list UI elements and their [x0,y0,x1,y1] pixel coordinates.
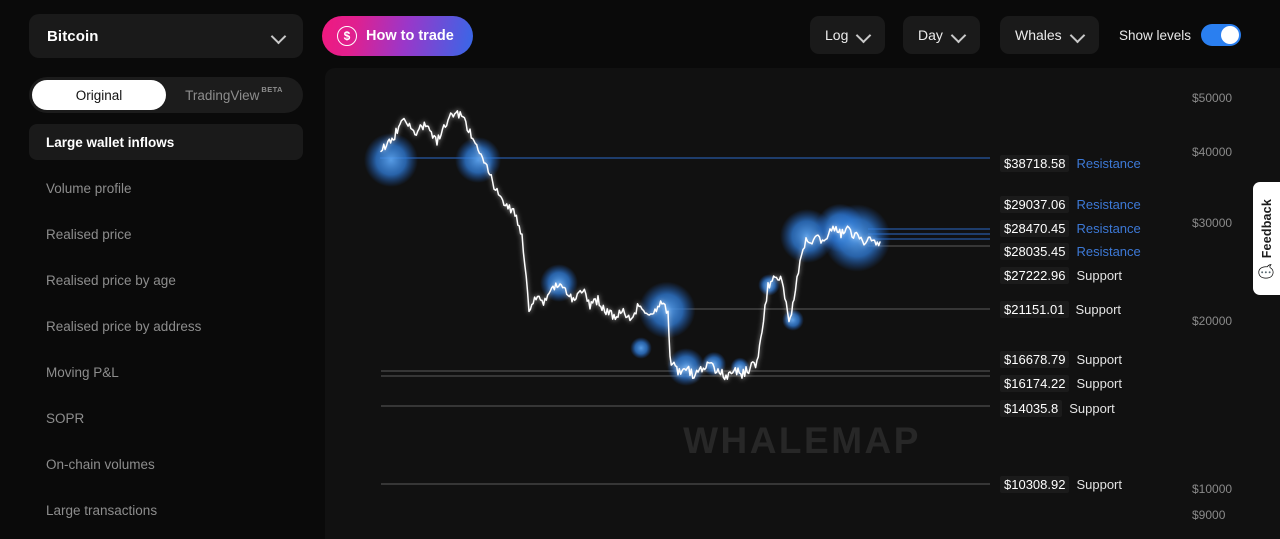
feedback-tab[interactable]: Feedback 💬 [1253,182,1280,295]
chevron-down-icon [857,29,870,42]
level-annotation[interactable]: $27222.96 Support [1000,267,1122,284]
tab-tradingview[interactable]: TradingView BETA [166,80,300,110]
level-price: $28035.45 [1000,243,1070,260]
asset-select-dropdown[interactable]: Bitcoin [29,14,303,58]
sidebar-item-realised-price-by-age[interactable]: Realised price by age [29,262,303,298]
tab-original[interactable]: Original [32,80,166,110]
view-mode-toggle[interactable]: Original TradingView BETA [29,77,303,113]
sidebar-item-label: Realised price by address [46,318,202,334]
level-kind: Support [1075,302,1122,317]
level-annotation[interactable]: $29037.06 Resistance [1000,196,1141,213]
beta-badge: BETA [261,84,283,94]
feedback-label: Feedback [1259,198,1274,259]
inflow-bubble[interactable] [630,337,652,359]
sidebar-item-label: Realised price [46,226,132,242]
scale-dropdown-label: Log [825,27,849,43]
comment-icon: 💬 [1258,264,1275,280]
level-annotation[interactable]: $14035.8 Support [1000,400,1115,417]
chevron-down-icon [952,29,965,42]
level-annotation[interactable]: $21151.01 Support [1000,301,1121,318]
y-axis-tick: $30000 [1192,216,1233,230]
how-to-trade-label: How to trade [366,28,454,44]
sidebar-item-sopr[interactable]: SOPR [29,400,303,436]
group-dropdown[interactable]: Whales [1000,16,1099,54]
y-axis-tick: $20000 [1192,314,1233,328]
show-levels-control: Show levels [1119,16,1242,54]
sidebar-item-label: SOPR [46,410,85,426]
tab-tradingview-label: TradingView [185,87,260,103]
level-kind: Resistance [1076,197,1141,212]
sidebar-item-moving-p-l[interactable]: Moving P&L [29,354,303,390]
level-price: $16678.79 [1000,351,1070,368]
sidebar-item-on-chain-volumes[interactable]: On-chain volumes [29,446,303,482]
level-kind: Resistance [1076,244,1141,259]
level-price: $21151.01 [1000,301,1069,318]
interval-dropdown[interactable]: Day [903,16,980,54]
scale-dropdown[interactable]: Log [810,16,886,54]
sidebar-item-label: Volume profile [46,180,132,196]
price-chart[interactable] [325,68,1280,539]
y-axis-tick: $50000 [1192,91,1233,105]
level-price: $27222.96 [1000,267,1070,284]
level-price: $10308.92 [1000,476,1070,493]
sidebar-item-label: Large transactions [46,502,158,518]
dollar-circle-icon: $ [337,26,357,46]
price-line [380,110,881,381]
sidebar-item-volume-profile[interactable]: Volume profile [29,170,303,206]
interval-dropdown-label: Day [918,27,943,43]
level-kind: Support [1076,268,1122,283]
sidebar-item-realised-price-by-address[interactable]: Realised price by address [29,308,303,344]
level-kind: Support [1076,477,1122,492]
how-to-trade-button[interactable]: $ How to trade [322,16,473,56]
sidebar-item-label: Realised price by age [46,272,176,288]
y-axis-tick: $40000 [1192,145,1233,159]
level-kind: Resistance [1076,221,1141,236]
level-price: $16174.22 [1000,375,1070,392]
sidebar-item-large-wallet-inflows[interactable]: Large wallet inflows [29,124,303,160]
level-kind: Resistance [1076,156,1141,171]
level-annotation[interactable]: $16174.22 Support [1000,375,1122,392]
level-price: $28470.45 [1000,220,1070,237]
level-price: $38718.58 [1000,155,1070,172]
y-axis-tick: $10000 [1192,482,1233,496]
show-levels-label: Show levels [1119,27,1192,43]
inflow-bubble[interactable] [823,204,891,272]
y-axis-tick: $9000 [1192,508,1226,522]
tab-original-label: Original [75,87,123,103]
chart-svg [364,109,990,485]
level-price: $29037.06 [1000,196,1070,213]
level-annotation[interactable]: $28035.45 Resistance [1000,243,1141,260]
level-annotation[interactable]: $16678.79 Support [1000,351,1122,368]
sidebar-item-label: On-chain volumes [46,456,155,472]
group-dropdown-label: Whales [1015,27,1062,43]
level-kind: Support [1076,352,1122,367]
sidebar: Bitcoin Original TradingView BETA Large … [0,0,325,539]
level-kind: Support [1069,401,1115,416]
sidebar-item-realised-price[interactable]: Realised price [29,216,303,252]
toggle-knob [1221,26,1240,44]
whalemap-app: Bitcoin Original TradingView BETA Large … [0,0,1280,539]
chevron-down-icon [1071,29,1084,42]
level-annotation[interactable]: $10308.92 Support [1000,476,1122,493]
sidebar-item-label: Moving P&L [46,364,119,380]
level-kind: Support [1076,376,1122,391]
chevron-down-icon [272,30,285,43]
level-price: $14035.8 [1000,400,1063,417]
show-levels-toggle[interactable] [1201,24,1242,46]
level-annotation[interactable]: $38718.58 Resistance [1000,155,1141,172]
chart-panel: WHALEMAP [325,68,1280,539]
asset-select-label: Bitcoin [47,27,99,45]
sidebar-item-large-transactions[interactable]: Large transactions [29,492,303,528]
level-annotation[interactable]: $28470.45 Resistance [1000,220,1141,237]
sidebar-nav: Large wallet inflows Volume profile Realis… [29,124,303,538]
sidebar-item-label: Large wallet inflows [46,134,175,150]
